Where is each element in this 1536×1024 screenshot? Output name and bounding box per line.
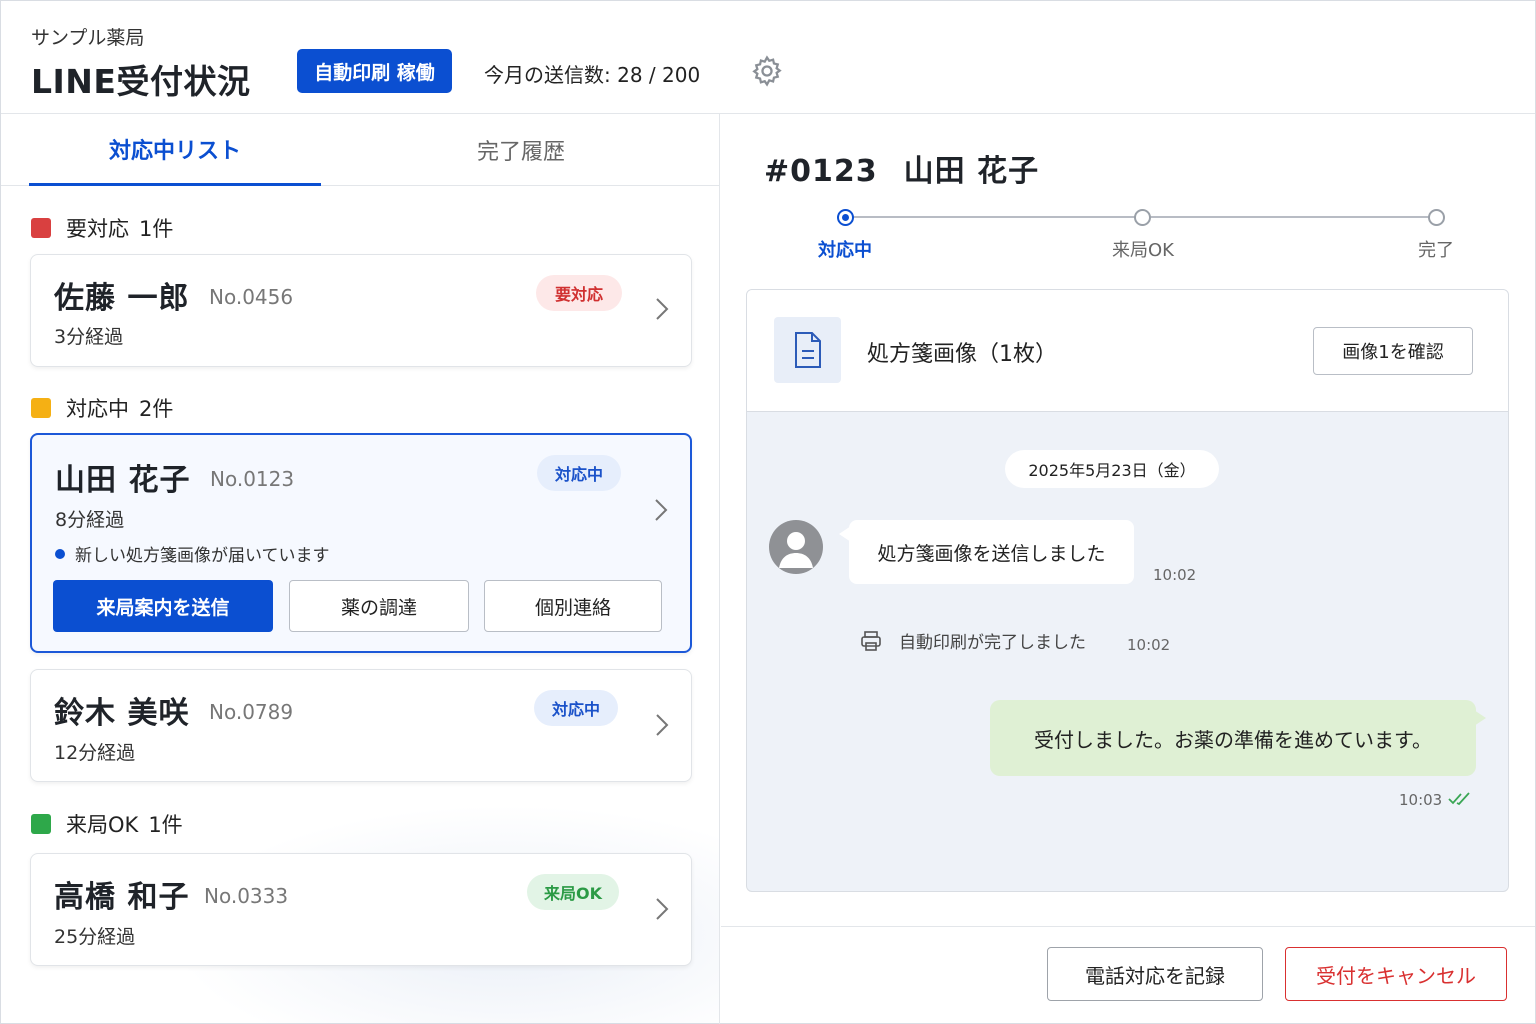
system-message-text: 自動印刷が完了しました (899, 633, 1086, 653)
patient-card-0456[interactable]: 佐藤 一郎 No.0456 3分経過 要対応 (30, 254, 692, 367)
section-count: 1件 (148, 813, 183, 837)
prescription-title: 処方箋画像（1枚） (867, 342, 1057, 367)
reception-number: #0123 (764, 154, 878, 189)
patient-number: No.0333 (204, 884, 289, 908)
record-phone-call-button[interactable]: 電話対応を記録 (1047, 947, 1263, 1001)
section-count: 1件 (139, 217, 174, 241)
app-window: サンプル薬局 LINE受付状況 自動印刷 稼働 今月の送信数: 28 / 200… (0, 0, 1536, 1024)
outgoing-message-time: 10:03 (1399, 791, 1443, 809)
status-badge: 対応中 (534, 690, 618, 726)
patient-number: No.0789 (209, 700, 294, 724)
tab-active-list[interactable]: 対応中リスト (29, 114, 321, 186)
section-arrival-ok: 来局OK 1件 (31, 809, 183, 839)
patient-name: 高橋 和子 (54, 880, 190, 915)
blue-dot-icon (55, 548, 65, 559)
view-image-button[interactable]: 画像1を確認 (1313, 327, 1473, 375)
patient-card-0123[interactable]: 山田 花子 No.0123 8分経過 対応中 新しい処方箋画像が届いています 来… (30, 433, 692, 653)
reception-list-panel: 対応中リスト 完了履歴 要対応 1件 佐藤 一郎 No.0456 3分経過 要対… (1, 114, 720, 1024)
section-label: 要対応 (66, 217, 129, 241)
elapsed-time: 12分経過 (54, 742, 136, 764)
section-label: 来局OK (66, 813, 139, 837)
red-square-icon (31, 218, 51, 238)
read-check-icon (1448, 792, 1470, 806)
notice-text: 新しい処方箋画像が届いています (75, 546, 330, 566)
elapsed-time: 8分経過 (55, 509, 125, 531)
status-badge: 要対応 (536, 275, 622, 311)
incoming-message: 処方箋画像を送信しました (839, 520, 1134, 584)
new-image-notice: 新しい処方箋画像が届いています (55, 541, 330, 566)
pharmacy-name: サンプル薬局 (31, 27, 145, 49)
prescription-header: 処方箋画像（1枚） 画像1を確認 (747, 290, 1508, 412)
section-count: 2件 (139, 397, 174, 421)
step-label-arrival-ok: 来局OK (1112, 240, 1174, 261)
elapsed-time: 25分経過 (54, 926, 136, 948)
detail-footer: 電話対応を記録 受付をキャンセル (721, 926, 1535, 1024)
section-needs-action: 要対応 1件 (31, 213, 173, 243)
step-label-complete: 完了 (1418, 240, 1454, 261)
avatar (769, 520, 823, 574)
incoming-message-time: 10:02 (1153, 566, 1197, 584)
green-square-icon (31, 814, 51, 834)
section-label: 対応中 (66, 397, 129, 421)
patient-card-0333[interactable]: 高橋 和子 No.0333 25分経過 来局OK (30, 853, 692, 966)
yellow-square-icon (31, 398, 51, 418)
chevron-right-icon (656, 298, 669, 320)
step-dot-in-progress[interactable] (837, 209, 854, 226)
autoprint-status-badge[interactable]: 自動印刷 稼働 (297, 49, 452, 93)
document-icon (774, 317, 841, 383)
patient-number: No.0456 (209, 285, 294, 309)
stepper-line (854, 216, 1139, 218)
step-dot-arrival-ok[interactable] (1134, 209, 1151, 226)
section-in-progress: 対応中 2件 (31, 393, 173, 423)
elapsed-time: 3分経過 (54, 326, 124, 348)
tab-bar: 対応中リスト 完了履歴 (1, 114, 719, 186)
cancel-reception-button[interactable]: 受付をキャンセル (1285, 947, 1507, 1001)
patient-name: 山田 花子 (903, 154, 1040, 189)
patient-name: 鈴木 美咲 (54, 696, 190, 731)
chevron-right-icon (656, 714, 669, 736)
date-separator: 2025年5月23日（金） (1005, 450, 1219, 488)
system-message-time: 10:02 (1127, 636, 1171, 654)
status-badge: 対応中 (537, 455, 621, 491)
gear-icon[interactable] (750, 54, 784, 88)
patient-name: 山田 花子 (55, 463, 191, 498)
status-badge: 来局OK (527, 874, 619, 910)
detail-title: #0123 山田 花子 (764, 146, 1065, 190)
medicine-procurement-button[interactable]: 薬の調達 (289, 580, 469, 632)
reception-detail-panel: #0123 山田 花子 対応中 来局OK 完了 処方箋画像（1枚） 画像1を確認 (721, 114, 1535, 1024)
chevron-right-icon (655, 499, 668, 521)
step-label-in-progress: 対応中 (818, 240, 872, 261)
status-stepper: 対応中 来局OK 完了 (721, 202, 1535, 272)
send-arrival-guide-button[interactable]: 来局案内を送信 (53, 580, 273, 632)
step-dot-complete[interactable] (1428, 209, 1445, 226)
printer-icon (861, 630, 881, 651)
header: サンプル薬局 LINE受付状況 自動印刷 稼働 今月の送信数: 28 / 200 (1, 1, 1535, 114)
patient-card-0789[interactable]: 鈴木 美咲 No.0789 12分経過 対応中 (30, 669, 692, 782)
patient-number: No.0123 (210, 467, 295, 491)
patient-name: 佐藤 一郎 (54, 281, 190, 316)
system-message: 自動印刷が完了しました (859, 628, 1086, 653)
page-title: LINE受付状況 (31, 62, 251, 101)
tab-completed-history[interactable]: 完了履歴 (371, 114, 671, 186)
individual-contact-button[interactable]: 個別連絡 (484, 580, 662, 632)
chevron-right-icon (656, 898, 669, 920)
conversation-panel: 処方箋画像（1枚） 画像1を確認 2025年5月23日（金） 処方箋画像を送信し… (746, 289, 1509, 892)
outgoing-message: 受付しました。お薬の準備を進めています。 (990, 700, 1486, 776)
stepper-line (1151, 216, 1434, 218)
monthly-send-count: 今月の送信数: 28 / 200 (484, 63, 701, 87)
